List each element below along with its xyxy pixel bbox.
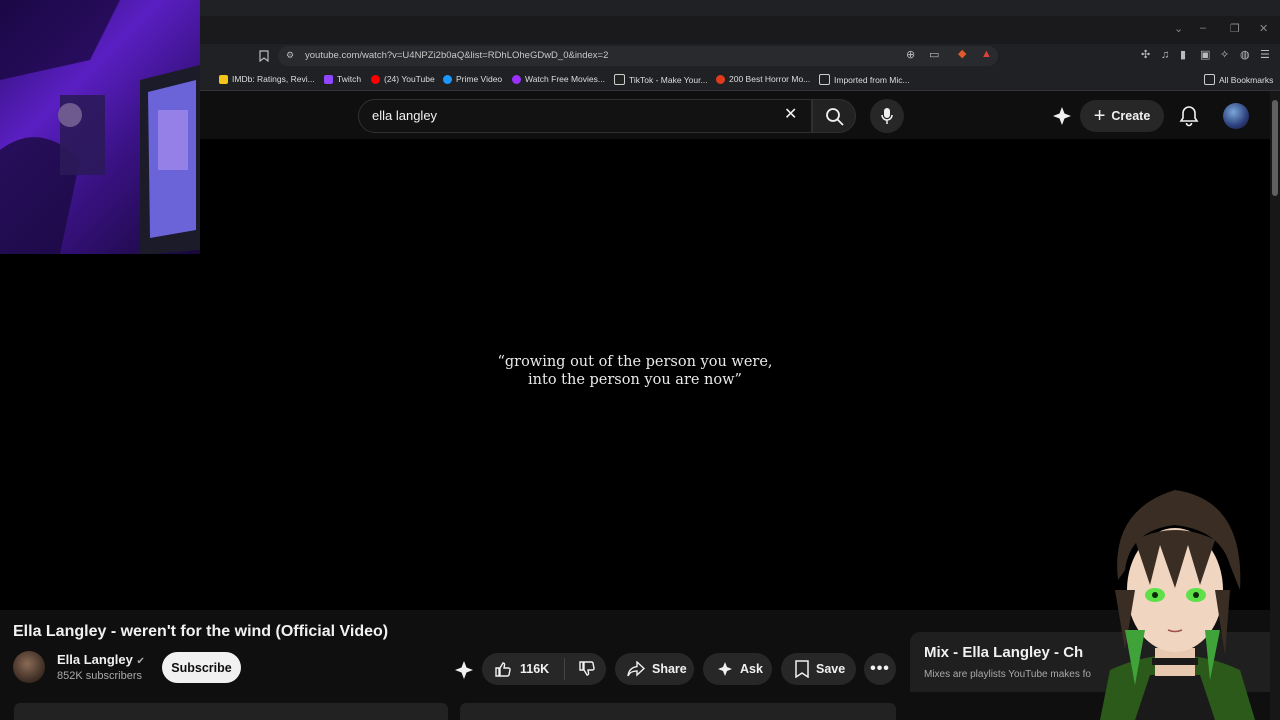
subscriber-count: 852K subscribers (57, 670, 142, 682)
folder-icon (1204, 74, 1215, 85)
thumbs-up-icon (495, 662, 511, 677)
ai-sparkle-icon[interactable] (1052, 106, 1072, 126)
music-icon[interactable]: ♫ (1161, 50, 1169, 61)
cast-icon[interactable]: ▭ (929, 50, 939, 61)
video-caption: “growing out of the person you were, int… (0, 353, 1270, 389)
menu-icon[interactable]: ☰ (1260, 50, 1270, 61)
plus-icon: + (1093, 105, 1106, 127)
notifications-bell-icon[interactable] (1179, 105, 1199, 127)
description-box[interactable] (14, 703, 448, 720)
subscribe-button[interactable]: Subscribe (162, 652, 241, 683)
share-label: Share (652, 662, 687, 676)
thumbs-down-icon[interactable] (578, 660, 596, 678)
site-settings-icon[interactable]: ⚙ (286, 51, 294, 60)
all-bookmarks-label: All Bookmarks (1219, 74, 1274, 85)
bookmark-imported[interactable]: Imported from Mic... (819, 74, 910, 85)
more-icon: ••• (870, 660, 890, 677)
tiktok-icon (614, 74, 625, 85)
mix-subtitle: Mixes are playlists YouTube makes fo (924, 669, 1091, 680)
wallet-icon[interactable]: ▣ (1200, 50, 1210, 61)
tomato-icon (716, 74, 725, 84)
like-button[interactable]: 116K (494, 660, 549, 678)
video-title: Ella Langley - weren't for the wind (Off… (13, 623, 389, 640)
more-actions-button[interactable]: ••• (864, 653, 896, 685)
caption-line-1: “growing out of the person you were, (497, 354, 773, 370)
mix-title[interactable]: Mix - Ella Langley - Ch (924, 644, 1083, 661)
bookmark-twitch[interactable]: Twitch (324, 74, 361, 84)
movies-icon (512, 74, 521, 84)
bookmark-label: (24) YouTube (384, 74, 435, 84)
save-label: Save (816, 662, 846, 676)
bookmark-imdb[interactable]: IMDb: Ratings, Revi... (219, 74, 315, 84)
create-label: Create (1111, 109, 1151, 123)
ask-button[interactable]: Ask (703, 653, 772, 685)
leo-icon[interactable]: ✧ (1220, 50, 1229, 61)
twitch-icon (324, 74, 333, 84)
account-avatar[interactable] (1223, 103, 1249, 129)
bookmark-label: Imported from Mic... (834, 74, 910, 85)
ask-label: Ask (740, 662, 763, 676)
restore-icon[interactable]: ❐ (1230, 22, 1240, 35)
browser-tab-strip (200, 0, 1280, 16)
webcam-feed (0, 0, 200, 254)
verified-icon: ✔ (136, 656, 145, 667)
vtuber-avatar-overlay (1100, 490, 1255, 720)
bookmark-free-movies[interactable]: Watch Free Movies... (512, 74, 605, 84)
search-icon (826, 108, 844, 126)
minimize-icon[interactable]: – (1200, 22, 1206, 34)
bookmark-label: Prime Video (456, 74, 503, 84)
vpn-icon[interactable]: ◍ (1240, 50, 1250, 61)
chevron-down-icon[interactable]: ⌄ (1174, 22, 1183, 35)
scrollbar-thumb[interactable] (1272, 100, 1278, 196)
mic-icon (881, 108, 893, 124)
bookmark-label: TikTok - Make Your... (629, 74, 708, 85)
extensions-icon[interactable]: ✣ (1141, 50, 1150, 61)
sidebar-icon[interactable]: ▮ (1180, 50, 1186, 61)
youtube-icon (371, 74, 380, 84)
url-text[interactable]: youtube.com/watch?v=U4NPZi2b0aQ&list=RDh… (305, 50, 608, 61)
caption-line-2: into the person you are now” (528, 372, 742, 388)
channel-name-text: Ella Langley (57, 652, 133, 667)
close-window-icon[interactable]: ✕ (1259, 22, 1268, 35)
bookmark-youtube[interactable]: (24) YouTube (371, 74, 435, 84)
like-count: 116K (520, 662, 550, 676)
brave-shield-icon[interactable]: ◆ (958, 49, 966, 60)
bookmark-prime-video[interactable]: Prime Video (443, 74, 502, 84)
search-query[interactable]: ella langley (372, 108, 437, 123)
divider (564, 658, 566, 680)
comments-box[interactable] (460, 703, 896, 720)
bookmark-horror[interactable]: 200 Best Horror Mo... (716, 74, 810, 84)
imdb-icon (219, 74, 228, 84)
channel-name[interactable]: Ella Langley ✔ (57, 652, 145, 667)
sparkle-icon (718, 662, 732, 676)
zoom-icon[interactable]: ⊕ (906, 50, 915, 61)
voice-search-button[interactable] (870, 99, 904, 133)
bookmark-label: IMDb: Ratings, Revi... (232, 74, 315, 84)
bookmark-label: 200 Best Horror Mo... (729, 74, 811, 84)
bookmark-icon[interactable] (259, 50, 269, 65)
bookmark-label: Watch Free Movies... (525, 74, 605, 84)
folder-icon (819, 74, 830, 85)
save-button[interactable]: Save (781, 653, 856, 685)
bookmark-tiktok[interactable]: TikTok - Make Your... (614, 74, 708, 85)
share-arrow-icon (627, 661, 645, 677)
share-button[interactable]: Share (615, 653, 694, 685)
create-button[interactable]: + Create (1080, 100, 1164, 132)
clear-search-icon[interactable]: ✕ (784, 107, 797, 123)
search-button[interactable] (812, 99, 856, 133)
all-bookmarks[interactable]: All Bookmarks (1204, 74, 1273, 85)
prime-video-icon (443, 74, 452, 84)
like-dislike-group: 116K (482, 653, 606, 685)
ai-sparkle-icon[interactable] (454, 660, 474, 680)
channel-avatar[interactable] (13, 651, 45, 683)
brave-rewards-icon[interactable]: ▲ (981, 49, 992, 60)
bookmark-label: Twitch (337, 74, 362, 84)
webcam-overlay (0, 0, 200, 254)
save-bookmark-icon (795, 660, 809, 678)
